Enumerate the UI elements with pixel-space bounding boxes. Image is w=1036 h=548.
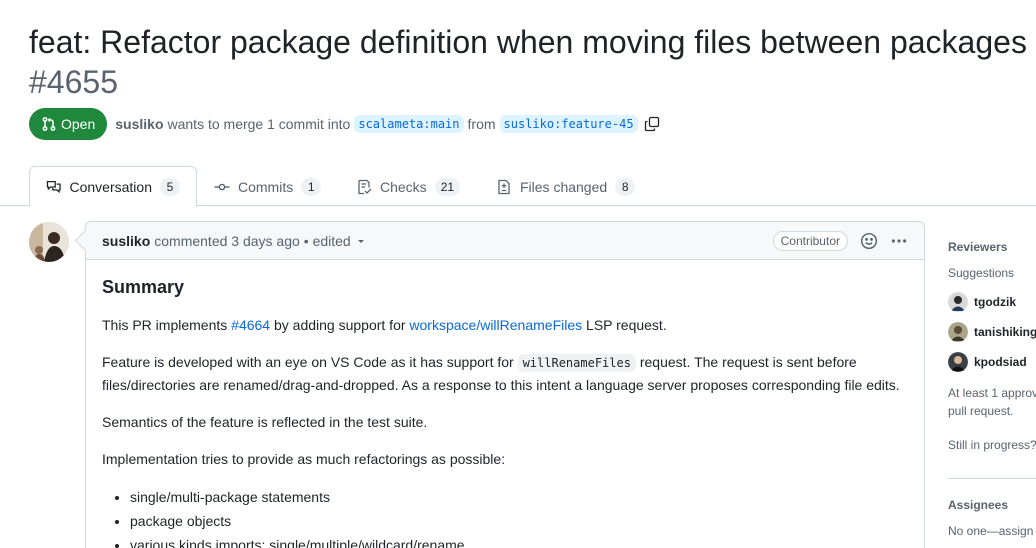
pr-author-link[interactable]: susliko xyxy=(115,116,163,132)
suggestions-label: Suggestions xyxy=(948,266,1015,280)
pr-number: #4655 xyxy=(29,64,118,100)
paragraph-4: Implementation tries to provide as much … xyxy=(102,451,506,467)
base-branch-link[interactable]: scalameta:main xyxy=(354,115,464,133)
comment-author-link[interactable]: susliko xyxy=(102,233,150,249)
pr-tabs: Conversation 5 Commits 1 Checks 21 Files… xyxy=(0,166,1036,207)
reviewers-heading[interactable]: Reviewers xyxy=(948,240,1007,254)
p1-text-pre: This PR implements xyxy=(102,317,228,333)
edited-dropdown[interactable]: • edited xyxy=(304,233,369,249)
file-diff-icon xyxy=(498,179,510,194)
edited-label: • edited xyxy=(303,232,351,249)
list-item: package objects xyxy=(130,509,908,533)
comment-header: susliko commented 3 days ago • edited Co… xyxy=(86,222,924,260)
tab-checks-label: Checks xyxy=(380,178,427,195)
checklist-icon xyxy=(358,179,372,194)
tab-conversation[interactable]: Conversation 5 xyxy=(29,166,197,207)
pr-meta: susliko wants to merge 1 commit into sca… xyxy=(115,115,659,133)
tab-checks-count: 21 xyxy=(434,177,461,196)
head-branch-link[interactable]: susliko:feature-45 xyxy=(499,115,638,133)
author-avatar[interactable] xyxy=(29,222,69,262)
reviewer-suggestion[interactable]: kpodsiad xyxy=(948,352,1027,372)
comment-box: susliko commented 3 days ago • edited Co… xyxy=(85,221,925,548)
approval-text: pull request. xyxy=(948,404,1014,418)
tab-conversation-label: Conversation xyxy=(69,178,153,195)
pr-title: feat: Refactor package definition when m… xyxy=(29,24,1027,60)
paragraph-1: This PR implements #4664 by adding suppo… xyxy=(102,314,908,336)
from-text: from xyxy=(467,116,496,132)
list-item: single/multi-package statements xyxy=(130,485,908,509)
summary-heading: Summary xyxy=(102,277,185,297)
comment-discussion-icon xyxy=(46,180,61,193)
paragraph-2: Feature is developed with an eye on VS C… xyxy=(102,351,908,396)
still-in-progress-link[interactable]: Still in progress? xyxy=(948,438,1036,452)
avatar xyxy=(948,322,968,342)
tab-files-changed[interactable]: Files changed 8 xyxy=(480,166,651,207)
list-item: various kinds imports: single/multiple/w… xyxy=(130,533,908,548)
reviewer-name: tanishiking xyxy=(974,325,1036,339)
lsp-spec-link[interactable]: workspace/willRenameFiles xyxy=(409,317,582,333)
issue-link[interactable]: #4664 xyxy=(231,317,270,333)
avatar xyxy=(948,352,968,372)
merge-text: wants to merge 1 commit into xyxy=(167,116,351,132)
git-pull-request-icon xyxy=(42,117,56,131)
git-commit-icon xyxy=(214,183,230,190)
comment-actions: Contributor xyxy=(772,222,908,260)
reviewer-name: tgodzik xyxy=(974,295,1016,309)
assignees-heading[interactable]: Assignees xyxy=(948,498,1008,512)
comment-body: Summary This PR implements #4664 by addi… xyxy=(86,260,924,548)
refactoring-list: single/multi-package statements package … xyxy=(130,485,908,548)
triangle-down-icon xyxy=(357,239,364,243)
tab-files-changed-label: Files changed xyxy=(520,178,608,195)
approval-text: At least 1 approv xyxy=(948,386,1036,400)
tab-commits-label: Commits xyxy=(238,178,294,195)
contributor-badge: Contributor xyxy=(772,231,848,251)
state-badge-open: Open xyxy=(29,108,108,140)
p1-text-mid: by adding support for xyxy=(273,317,406,333)
p1-text-post: LSP request. xyxy=(586,317,667,333)
state-badge-label: Open xyxy=(61,116,96,132)
tab-commits[interactable]: Commits 1 xyxy=(198,166,337,207)
kebab-horizontal-icon[interactable] xyxy=(890,232,908,250)
pr-state-row: Open susliko wants to merge 1 commit int… xyxy=(29,108,660,140)
tab-checks[interactable]: Checks 21 xyxy=(340,166,476,207)
assignees-text[interactable]: No one—assign xyxy=(948,524,1033,538)
tab-files-changed-count: 8 xyxy=(615,177,636,196)
sidebar-divider xyxy=(948,478,1036,479)
reviewer-suggestion[interactable]: tanishiking xyxy=(948,322,1036,342)
avatar xyxy=(948,292,968,312)
copy-icon[interactable] xyxy=(644,116,660,132)
tab-conversation-count: 5 xyxy=(160,177,180,196)
paragraph-3: Semantics of the feature is reflected in… xyxy=(102,414,428,430)
approval-notice: At least 1 approv pull request. xyxy=(948,384,1036,420)
tab-commits-count: 1 xyxy=(301,177,322,196)
p2-text-pre: Feature is developed with an eye on VS C… xyxy=(102,354,514,370)
comment-timestamp[interactable]: commented 3 days ago xyxy=(154,233,300,249)
reviewer-suggestion[interactable]: tgodzik xyxy=(948,292,1016,312)
smiley-icon[interactable] xyxy=(860,232,878,250)
inline-code: willRenameFiles xyxy=(517,354,636,372)
reviewer-name: kpodsiad xyxy=(974,355,1027,369)
